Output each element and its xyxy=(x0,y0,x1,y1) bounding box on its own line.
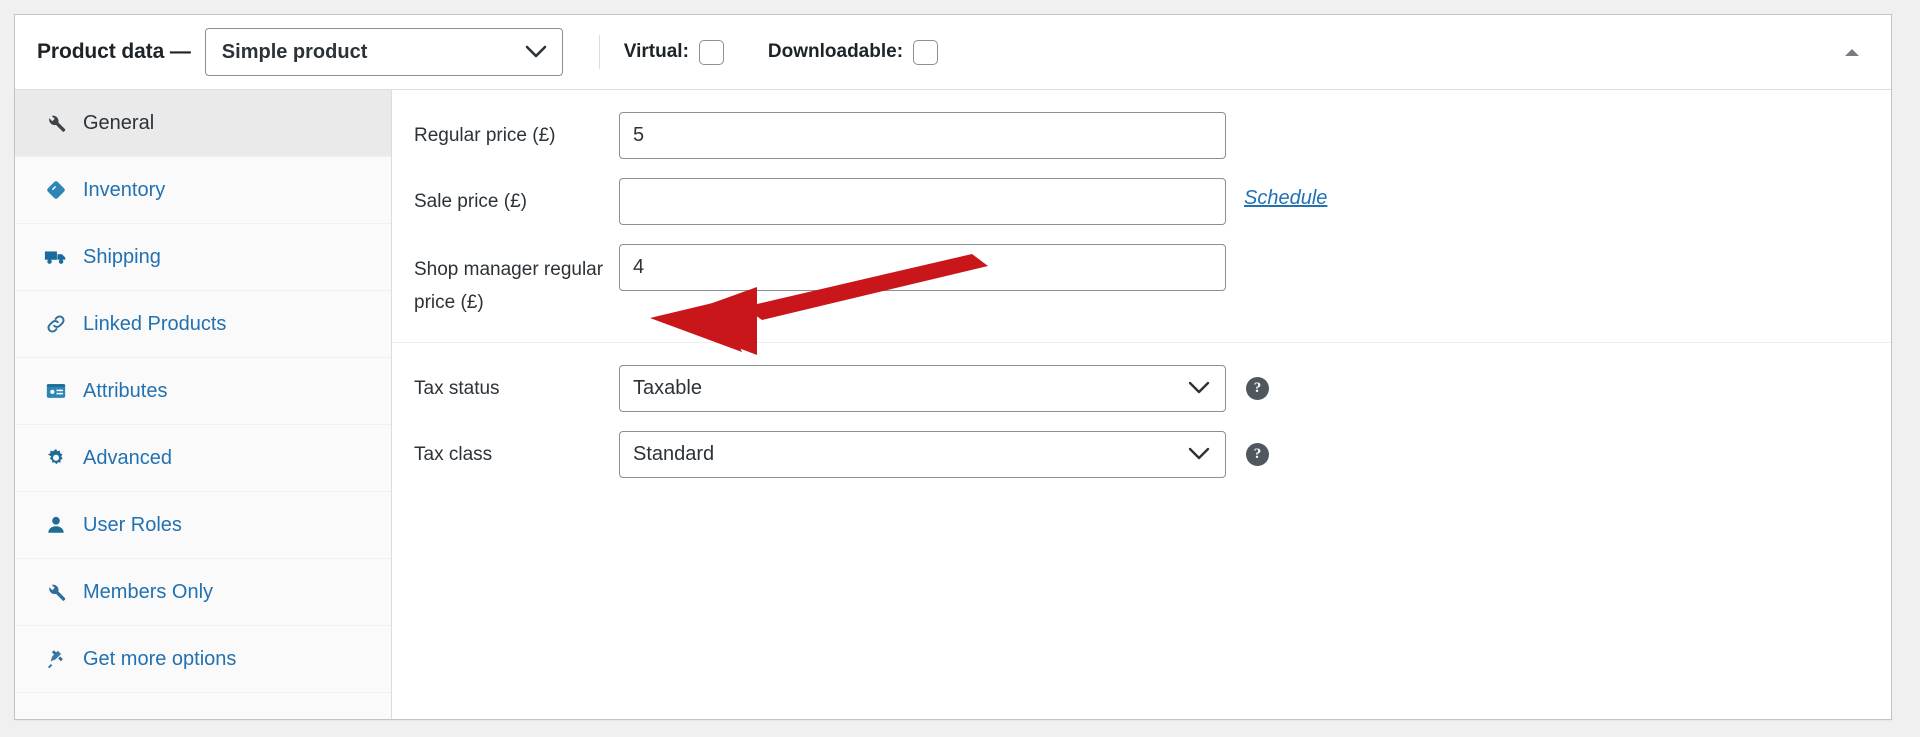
sidebar-item-label: Members Only xyxy=(83,580,214,603)
screen: Product data — Simple product Virtual: D… xyxy=(0,0,1920,737)
regular-price-input[interactable] xyxy=(619,112,1226,159)
downloadable-field: Downloadable: xyxy=(767,39,939,65)
sale-price-label: Sale price (£) xyxy=(414,191,527,212)
tax-class-label: Tax class xyxy=(414,443,493,465)
sidebar-item-label: Attributes xyxy=(83,379,168,402)
panel-collapse-toggle[interactable] xyxy=(1839,39,1865,65)
tax-status-label: Tax status xyxy=(414,377,500,399)
tax-class-select[interactable]: Standard xyxy=(619,430,1226,478)
triangle-up-icon xyxy=(1845,48,1859,56)
shop-manager-regular-price-label: Shop manager regular price (£) xyxy=(414,259,604,314)
product-data-tabs: General Inventory Shipping Linked Produc… xyxy=(15,90,392,719)
sidebar-item-get-more-options[interactable]: Get more options xyxy=(15,626,391,693)
tax-status-control: Taxable xyxy=(619,364,1226,412)
sidebar-item-label: Linked Products xyxy=(83,312,227,335)
general-tab-panel: Regular price (£) Sale price (£) Schedul… xyxy=(392,90,1891,719)
sidebar-item-members-only[interactable]: Members Only xyxy=(15,559,391,626)
product-data-panel: Product data — Simple product Virtual: D… xyxy=(14,14,1892,720)
downloadable-checkbox[interactable] xyxy=(913,39,939,65)
sidebar-item-user-roles[interactable]: User Roles xyxy=(15,492,391,559)
tax-status-row: Tax status Taxable ? xyxy=(392,364,1891,413)
sidebar-item-linked-products[interactable]: Linked Products xyxy=(15,291,391,358)
wrench-icon xyxy=(43,579,69,605)
tax-class-row: Tax class Standard ? xyxy=(392,430,1891,479)
sidebar-item-label: Shipping xyxy=(83,245,161,268)
page-title: Product data — xyxy=(37,40,191,63)
product-type-select[interactable]: Simple product xyxy=(204,28,563,76)
tax-class-help-icon[interactable]: ? xyxy=(1246,442,1269,466)
sidebar-item-label: General xyxy=(83,111,155,134)
sidebar-item-label: Inventory xyxy=(83,178,166,201)
id-card-icon xyxy=(43,378,69,404)
schedule-sale-link[interactable]: Schedule xyxy=(1244,178,1327,210)
tax-group: Tax status Taxable ? Tax class Standard … xyxy=(392,343,1891,501)
gem-icon xyxy=(43,177,69,203)
sidebar-item-label: Get more options xyxy=(83,647,237,670)
tax-status-select[interactable]: Taxable xyxy=(619,364,1226,412)
downloadable-label: Downloadable: xyxy=(767,41,904,62)
truck-icon xyxy=(43,244,69,270)
gear-icon xyxy=(43,445,69,471)
product-data-body: General Inventory Shipping Linked Produc… xyxy=(15,90,1891,719)
sidebar-item-advanced[interactable]: Advanced xyxy=(15,425,391,492)
tax-status-help-icon[interactable]: ? xyxy=(1246,376,1269,400)
header-divider xyxy=(598,35,600,69)
tax-class-control: Standard xyxy=(619,430,1226,478)
sidebar-item-attributes[interactable]: Attributes xyxy=(15,358,391,425)
regular-price-label: Regular price (£) xyxy=(414,125,556,146)
shop-manager-regular-price-row: Shop manager regular price (£) xyxy=(392,244,1891,320)
product-data-header: Product data — Simple product Virtual: D… xyxy=(15,15,1891,90)
pricing-group: Regular price (£) Sale price (£) Schedul… xyxy=(392,90,1891,343)
sale-price-control xyxy=(619,178,1226,225)
sidebar-item-label: User Roles xyxy=(83,513,182,536)
link-icon xyxy=(43,311,69,337)
regular-price-control xyxy=(619,112,1226,159)
shop-manager-regular-price-input[interactable] xyxy=(619,244,1226,291)
shop-manager-regular-price-control xyxy=(619,244,1226,291)
sale-price-row: Sale price (£) Schedule xyxy=(392,178,1891,226)
plug-icon xyxy=(43,646,69,672)
user-icon xyxy=(43,512,69,538)
virtual-checkbox[interactable] xyxy=(698,39,724,65)
virtual-label: Virtual: xyxy=(623,41,689,62)
regular-price-row: Regular price (£) xyxy=(392,112,1891,160)
sidebar-item-shipping[interactable]: Shipping xyxy=(15,224,391,291)
sidebar-item-label: Advanced xyxy=(83,446,172,469)
sale-price-input[interactable] xyxy=(619,178,1226,225)
sidebar-item-inventory[interactable]: Inventory xyxy=(15,157,391,224)
sidebar-item-general[interactable]: General xyxy=(15,90,391,157)
product-type-select-wrapper: Simple product xyxy=(204,28,563,76)
virtual-field: Virtual: xyxy=(623,39,724,65)
wrench-icon xyxy=(43,110,69,136)
